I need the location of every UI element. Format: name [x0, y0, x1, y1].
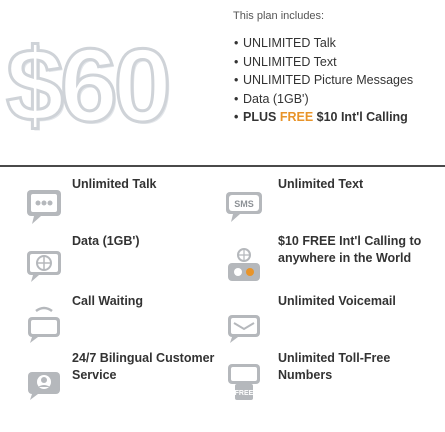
plan-feature-text: Data (1GB') [243, 91, 309, 106]
bullet: • [234, 110, 239, 124]
globe-data-icon [24, 241, 64, 285]
international-calling-icon [224, 241, 264, 285]
bullet: • [234, 73, 239, 87]
plan-feature-highlight: • PLUS FREE $10 Int'l Calling [234, 108, 413, 127]
plan-price: $60 [5, 16, 216, 156]
feature-label: Call Waiting [72, 294, 144, 308]
bullet: • [234, 91, 239, 106]
plan-feature-text: UNLIMITED Text [243, 54, 337, 69]
plan-feature-item: • Data (1GB') [234, 90, 413, 109]
highlight-free: FREE [279, 110, 314, 124]
feature-label: Unlimited Text [278, 177, 364, 191]
bullet: • [234, 36, 239, 50]
sms-badge-text: SMS [234, 199, 254, 209]
feature-toll-free: FREE Unlimited Toll-Free Numbers [222, 350, 442, 412]
customer-service-icon [24, 358, 64, 402]
plan-feature-item: • UNLIMITED Text [234, 53, 413, 72]
plan-price-text: $60 [5, 27, 174, 146]
feature-unlimited-text: SMS Unlimited Text [222, 176, 442, 238]
plan-feature-list: • UNLIMITED Talk • UNLIMITED Text • UNLIMIT… [234, 34, 413, 127]
feature-data: Data (1GB') [12, 233, 232, 295]
feature-label: 24/7 Bilingual Customer Service [72, 351, 215, 382]
feature-voicemail: Unlimited Voicemail [222, 293, 442, 355]
plan-feature-text: UNLIMITED Picture Messages [243, 73, 414, 87]
feature-intl-calling: $10 FREE Int'l Calling to anywhere in th… [222, 233, 442, 295]
plan-feature-item: • UNLIMITED Talk [234, 34, 413, 53]
feature-label: Unlimited Talk [72, 177, 157, 191]
highlight-suffix: $10 Int'l Calling [313, 110, 408, 124]
feature-unlimited-talk: Unlimited Talk [12, 176, 232, 238]
bullet: • [234, 54, 239, 69]
free-badge-text: FREE [235, 390, 254, 397]
plan-feature-text: UNLIMITED Talk [243, 36, 336, 50]
feature-customer-service: 24/7 Bilingual Customer Service [12, 350, 232, 412]
plan-includes-title: This plan includes: [233, 10, 325, 22]
feature-label: Unlimited Toll-Free Numbers [278, 351, 391, 382]
feature-label: Unlimited Voicemail [278, 294, 396, 308]
feature-label: $10 FREE Int'l Calling to anywhere in th… [278, 234, 422, 265]
plan-details-page: $60 This plan includes: • UNLIMITED Talk … [0, 0, 445, 432]
section-divider [0, 165, 445, 167]
feature-label: Data (1GB') [72, 234, 140, 248]
call-waiting-icon [24, 301, 64, 345]
toll-free-icon: FREE [224, 358, 264, 402]
phone-icon [24, 184, 64, 228]
plan-summary: $60 This plan includes: • UNLIMITED Talk … [0, 0, 445, 160]
sms-icon: SMS [224, 184, 264, 228]
plan-feature-item: • UNLIMITED Picture Messages [234, 71, 413, 90]
voicemail-icon [224, 301, 264, 345]
highlight-prefix: PLUS [243, 110, 280, 124]
feature-call-waiting: Call Waiting [12, 293, 232, 355]
